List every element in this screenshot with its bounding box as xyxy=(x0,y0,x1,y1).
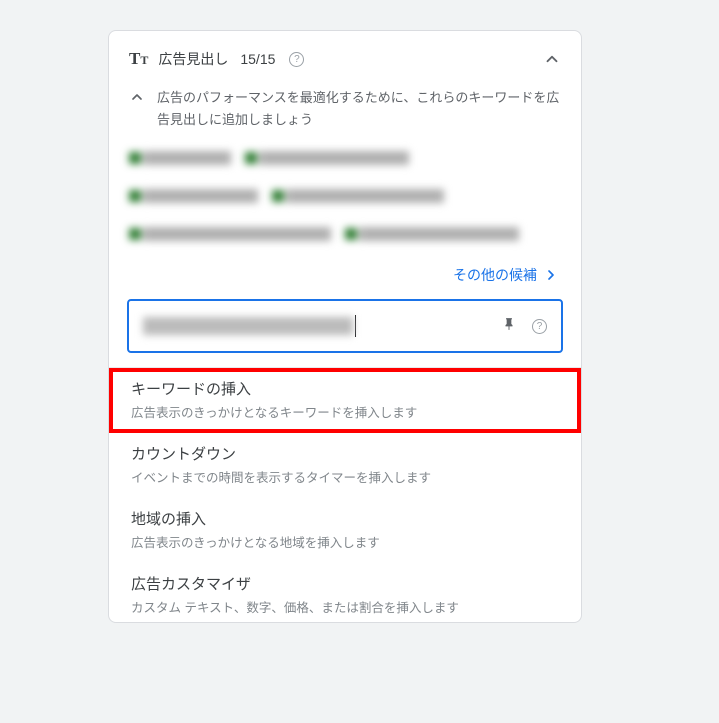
keyword-suggestions-list xyxy=(109,141,581,245)
text-format-icon: TT xyxy=(129,49,148,69)
headline-count: 15/15 xyxy=(240,51,275,67)
dropdown-item-countdown[interactable]: カウントダウン イベントまでの時間を表示するタイマーを挿入します xyxy=(109,433,581,498)
headlines-panel: TT 広告見出し 15/15 ? 広告のパフォーマンスを最適化するために、これら… xyxy=(108,30,582,623)
pin-icon[interactable] xyxy=(502,317,516,335)
keyword-chip[interactable] xyxy=(345,223,519,245)
panel-title: 広告見出し xyxy=(158,49,228,69)
dropdown-item-desc: 広告表示のきっかけとなる地域を挿入します xyxy=(131,532,559,551)
chevron-up-icon xyxy=(129,89,145,110)
dropdown-item-ad-customizer[interactable]: 広告カスタマイザ カスタム テキスト、数字、価格、または割合を挿入します xyxy=(109,563,581,622)
dropdown-item-desc: 広告表示のきっかけとなるキーワードを挿入します xyxy=(131,402,559,421)
text-cursor xyxy=(355,315,356,337)
keyword-chip[interactable] xyxy=(272,185,444,207)
keyword-chip[interactable] xyxy=(129,185,258,207)
dropdown-item-title: 地域の挿入 xyxy=(131,508,559,529)
dropdown-item-title: 広告カスタマイザ xyxy=(131,573,559,594)
keyword-chip[interactable] xyxy=(129,147,231,169)
dropdown-item-desc: カスタム テキスト、数字、価格、または割合を挿入します xyxy=(131,597,559,616)
more-candidates-link[interactable]: その他の候補 xyxy=(109,261,581,299)
dropdown-item-keyword-insert[interactable]: キーワードの挿入 広告表示のきっかけとなるキーワードを挿入します xyxy=(109,368,581,433)
dropdown-item-location-insert[interactable]: 地域の挿入 広告表示のきっかけとなる地域を挿入します xyxy=(109,498,581,563)
dropdown-item-desc: イベントまでの時間を表示するタイマーを挿入します xyxy=(131,467,559,486)
help-icon[interactable]: ? xyxy=(289,52,304,67)
help-icon[interactable]: ? xyxy=(532,319,547,334)
panel-header[interactable]: TT 広告見出し 15/15 ? xyxy=(109,31,581,87)
keyword-chip[interactable] xyxy=(129,223,331,245)
suggestion-description: 広告のパフォーマンスを最適化するために、これらのキーワードを広告見出しに追加しま… xyxy=(157,87,561,131)
dropdown-item-title: カウントダウン xyxy=(131,443,559,464)
headline-input-text xyxy=(143,317,353,335)
dropdown-item-title: キーワードの挿入 xyxy=(131,378,559,399)
keyword-suggestion-header[interactable]: 広告のパフォーマンスを最適化するために、これらのキーワードを広告見出しに追加しま… xyxy=(109,87,581,141)
insert-dropdown: キーワードの挿入 広告表示のきっかけとなるキーワードを挿入します カウントダウン… xyxy=(109,367,581,622)
headline-input[interactable]: ? xyxy=(127,299,563,353)
chevron-up-icon[interactable] xyxy=(543,50,561,68)
more-candidates-label: その他の候補 xyxy=(453,265,537,285)
headline-input-container: ? xyxy=(109,299,581,367)
keyword-chip[interactable] xyxy=(245,147,409,169)
chevron-right-icon xyxy=(543,267,559,283)
